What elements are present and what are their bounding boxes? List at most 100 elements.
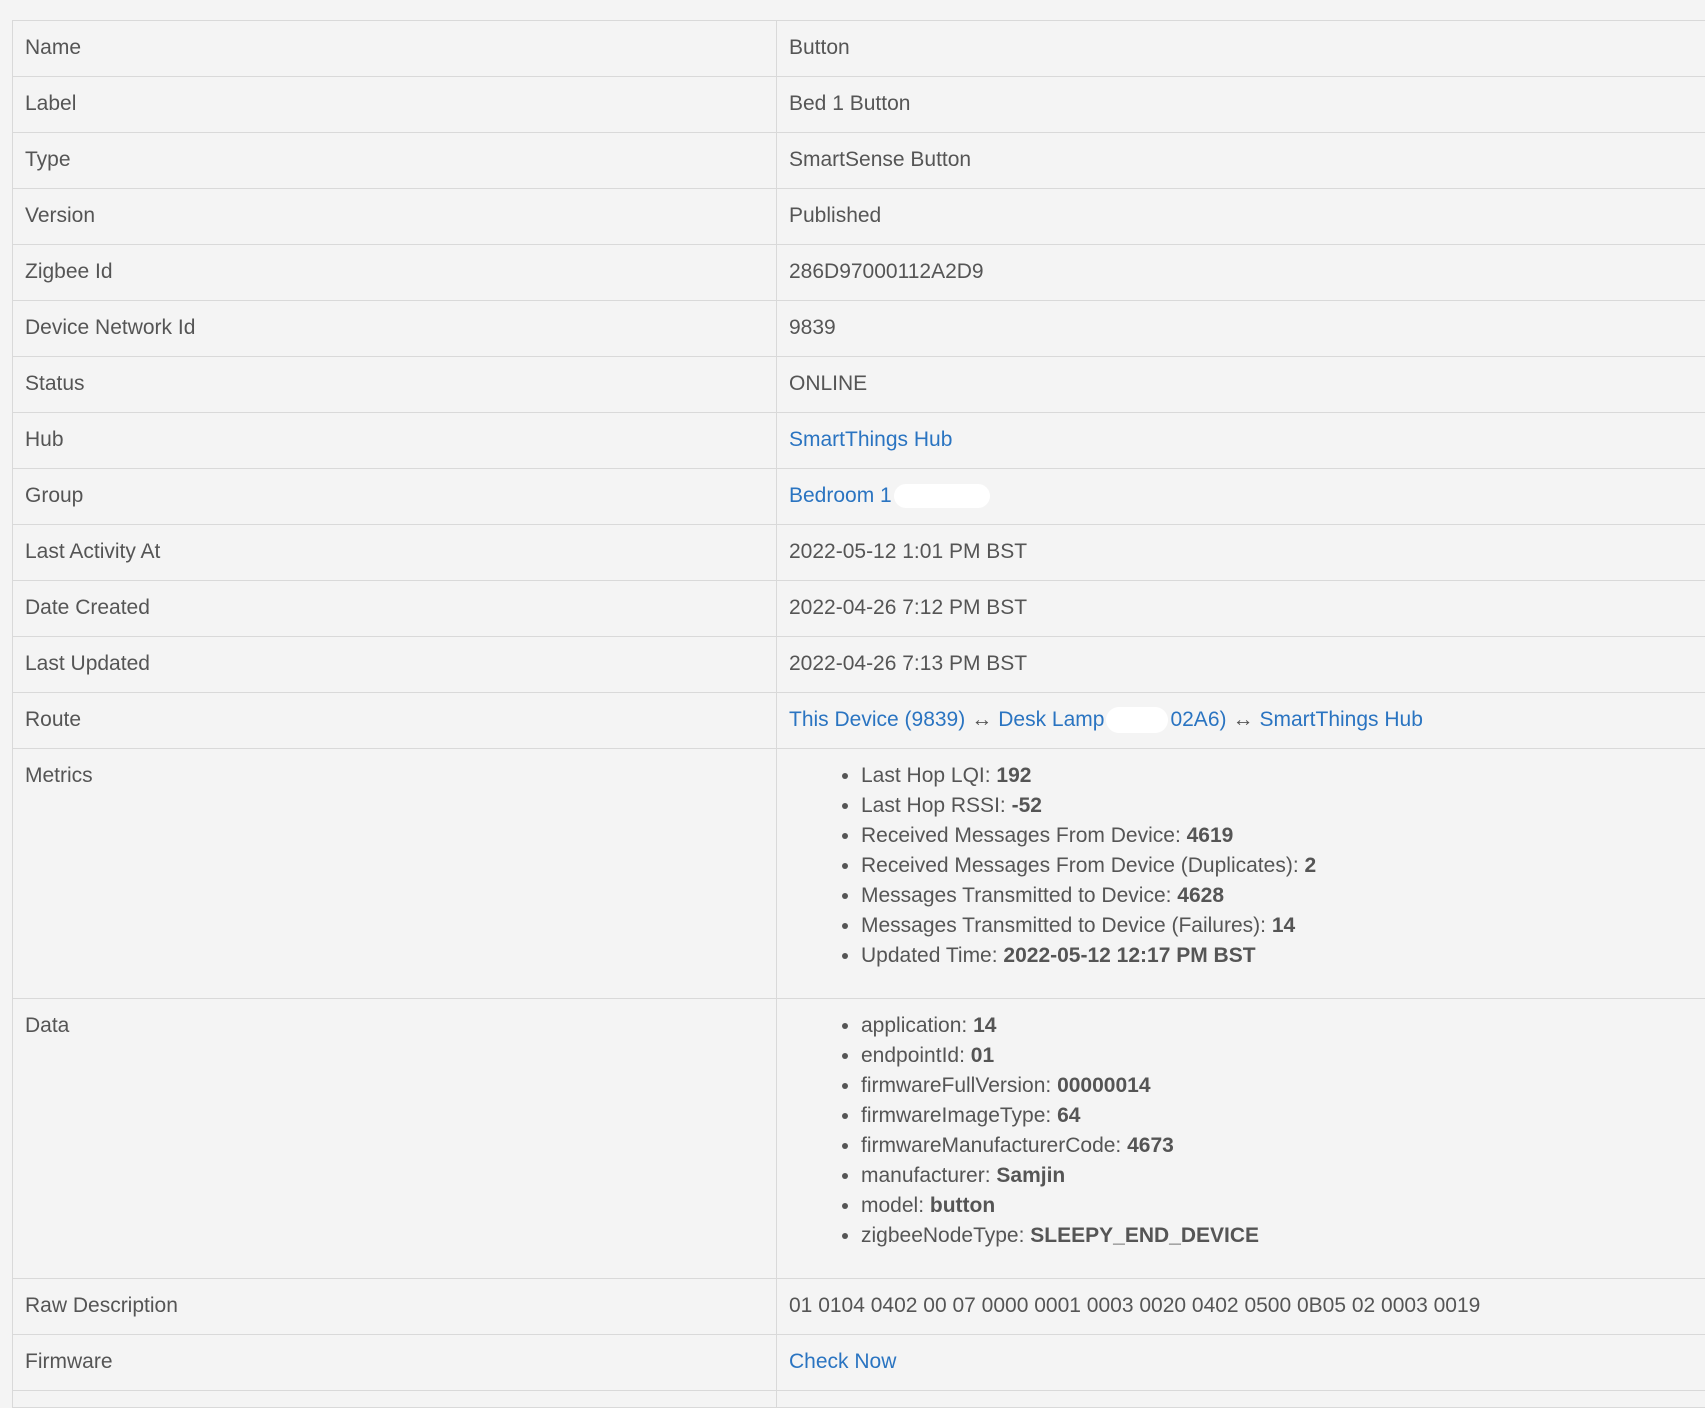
row-status: Status ONLINE: [13, 357, 1705, 413]
list-item: application: 14: [861, 1011, 1693, 1041]
list-item: firmwareFullVersion: 00000014: [861, 1071, 1693, 1101]
raw-description-value: 01 0104 0402 00 07 0000 0001 0003 0020 0…: [777, 1279, 1705, 1335]
list-item: Last Hop RSSI: -52: [861, 791, 1693, 821]
list-item: Last Hop LQI: 192: [861, 761, 1693, 791]
metrics-list: Last Hop LQI: 192Last Hop RSSI: -52Recei…: [789, 761, 1693, 971]
list-item: Received Messages From Device: 4619: [861, 821, 1693, 851]
version-key: Version: [13, 189, 777, 245]
row-last-updated: Last Updated 2022-04-26 7:13 PM BST: [13, 637, 1705, 693]
item-label: model:: [861, 1194, 930, 1217]
route-desk-lamp-link[interactable]: Desk Lamp02A6): [998, 708, 1226, 731]
route-arrow: ↔: [971, 708, 992, 731]
metrics-cell: Last Hop LQI: 192Last Hop RSSI: -52Recei…: [777, 749, 1705, 999]
data-list: application: 14endpointId: 01firmwareFul…: [789, 1011, 1693, 1251]
list-item: manufacturer: Samjin: [861, 1161, 1693, 1191]
hub-link[interactable]: SmartThings Hub: [789, 428, 952, 451]
row-route: Route This Device (9839)↔Desk Lamp02A6)↔…: [13, 693, 1705, 749]
redaction-mark: [1106, 707, 1168, 733]
device-details-table: Name Button Label Bed 1 Button Type Smar…: [12, 20, 1705, 1408]
item-label: Received Messages From Device:: [861, 824, 1187, 847]
row-version: Version Published: [13, 189, 1705, 245]
list-item: firmwareImageType: 64: [861, 1101, 1693, 1131]
route-this-device-link[interactable]: This Device (9839): [789, 708, 965, 731]
row-label: Label Bed 1 Button: [13, 77, 1705, 133]
row-type: Type SmartSense Button: [13, 133, 1705, 189]
item-label: application:: [861, 1014, 973, 1037]
list-item: Received Messages From Device (Duplicate…: [861, 851, 1693, 881]
group-key: Group: [13, 469, 777, 525]
type-key: Type: [13, 133, 777, 189]
item-label: Last Hop LQI:: [861, 764, 996, 787]
item-label: zigbeeNodeType:: [861, 1224, 1030, 1247]
redaction-mark: [894, 484, 990, 508]
item-label: firmwareManufacturerCode:: [861, 1134, 1127, 1157]
list-item: Messages Transmitted to Device (Failures…: [861, 911, 1693, 941]
next-row-value-cell: [777, 1391, 1705, 1408]
row-group: Group Bedroom 1: [13, 469, 1705, 525]
item-value: SLEEPY_END_DEVICE: [1030, 1224, 1259, 1247]
item-value: 00000014: [1057, 1074, 1150, 1097]
item-label: Last Hop RSSI:: [861, 794, 1012, 817]
date-created-value: 2022-04-26 7:12 PM BST: [777, 581, 1705, 637]
list-item: Messages Transmitted to Device: 4628: [861, 881, 1693, 911]
row-raw-description: Raw Description 01 0104 0402 00 07 0000 …: [13, 1279, 1705, 1335]
device-details-panel: Name Button Label Bed 1 Button Type Smar…: [12, 20, 1705, 1408]
item-label: Messages Transmitted to Device (Failures…: [861, 914, 1272, 937]
last-activity-key: Last Activity At: [13, 525, 777, 581]
last-activity-value: 2022-05-12 1:01 PM BST: [777, 525, 1705, 581]
name-value: Button: [777, 21, 1705, 77]
version-value: Published: [777, 189, 1705, 245]
data-cell: application: 14endpointId: 01firmwareFul…: [777, 999, 1705, 1279]
row-name: Name Button: [13, 21, 1705, 77]
check-now-link[interactable]: Check Now: [789, 1350, 896, 1373]
last-updated-key: Last Updated: [13, 637, 777, 693]
item-label: firmwareFullVersion:: [861, 1074, 1057, 1097]
label-key: Label: [13, 77, 777, 133]
row-metrics: Metrics Last Hop LQI: 192Last Hop RSSI: …: [13, 749, 1705, 999]
item-label: firmwareImageType:: [861, 1104, 1057, 1127]
list-item: model: button: [861, 1191, 1693, 1221]
zigbee-id-value: 286D97000112A2D9: [777, 245, 1705, 301]
next-row-key-cell: [13, 1391, 777, 1408]
item-label: Updated Time:: [861, 944, 1003, 967]
row-next-partial: [13, 1391, 1705, 1408]
device-network-id-key: Device Network Id: [13, 301, 777, 357]
route-cell: This Device (9839) ↔ Desk Lamp02A6) ↔ SmartT…: [777, 693, 1705, 749]
zigbee-id-key: Zigbee Id: [13, 245, 777, 301]
desk-lamp-id-suffix: 02A6): [1170, 708, 1226, 731]
row-zigbee-id: Zigbee Id 286D97000112A2D9: [13, 245, 1705, 301]
device-network-id-value: 9839: [777, 301, 1705, 357]
item-value: 4619: [1187, 824, 1234, 847]
firmware-key: Firmware: [13, 1335, 777, 1391]
item-value: Samjin: [996, 1164, 1065, 1187]
item-label: Messages Transmitted to Device:: [861, 884, 1177, 907]
item-value: 14: [973, 1014, 996, 1037]
item-value: 4628: [1177, 884, 1224, 907]
item-label: manufacturer:: [861, 1164, 996, 1187]
data-key: Data: [13, 999, 777, 1279]
status-key: Status: [13, 357, 777, 413]
list-item: firmwareManufacturerCode: 4673: [861, 1131, 1693, 1161]
type-value: SmartSense Button: [777, 133, 1705, 189]
item-value: 01: [971, 1044, 994, 1067]
group-link[interactable]: Bedroom 1: [789, 484, 892, 507]
firmware-cell: Check Now: [777, 1335, 1705, 1391]
row-hub: Hub SmartThings Hub: [13, 413, 1705, 469]
item-label: Received Messages From Device (Duplicate…: [861, 854, 1304, 877]
raw-description-key: Raw Description: [13, 1279, 777, 1335]
row-date-created: Date Created 2022-04-26 7:12 PM BST: [13, 581, 1705, 637]
item-value: 4673: [1127, 1134, 1174, 1157]
route-hub-link[interactable]: SmartThings Hub: [1260, 708, 1423, 731]
item-label: endpointId:: [861, 1044, 971, 1067]
row-last-activity: Last Activity At 2022-05-12 1:01 PM BST: [13, 525, 1705, 581]
item-value: 192: [996, 764, 1031, 787]
item-value: button: [930, 1194, 995, 1217]
name-key: Name: [13, 21, 777, 77]
route-arrow: ↔: [1233, 708, 1254, 731]
item-value: -52: [1012, 794, 1042, 817]
list-item: Updated Time: 2022-05-12 12:17 PM BST: [861, 941, 1693, 971]
item-value: 64: [1057, 1104, 1080, 1127]
metrics-key: Metrics: [13, 749, 777, 999]
last-updated-value: 2022-04-26 7:13 PM BST: [777, 637, 1705, 693]
date-created-key: Date Created: [13, 581, 777, 637]
